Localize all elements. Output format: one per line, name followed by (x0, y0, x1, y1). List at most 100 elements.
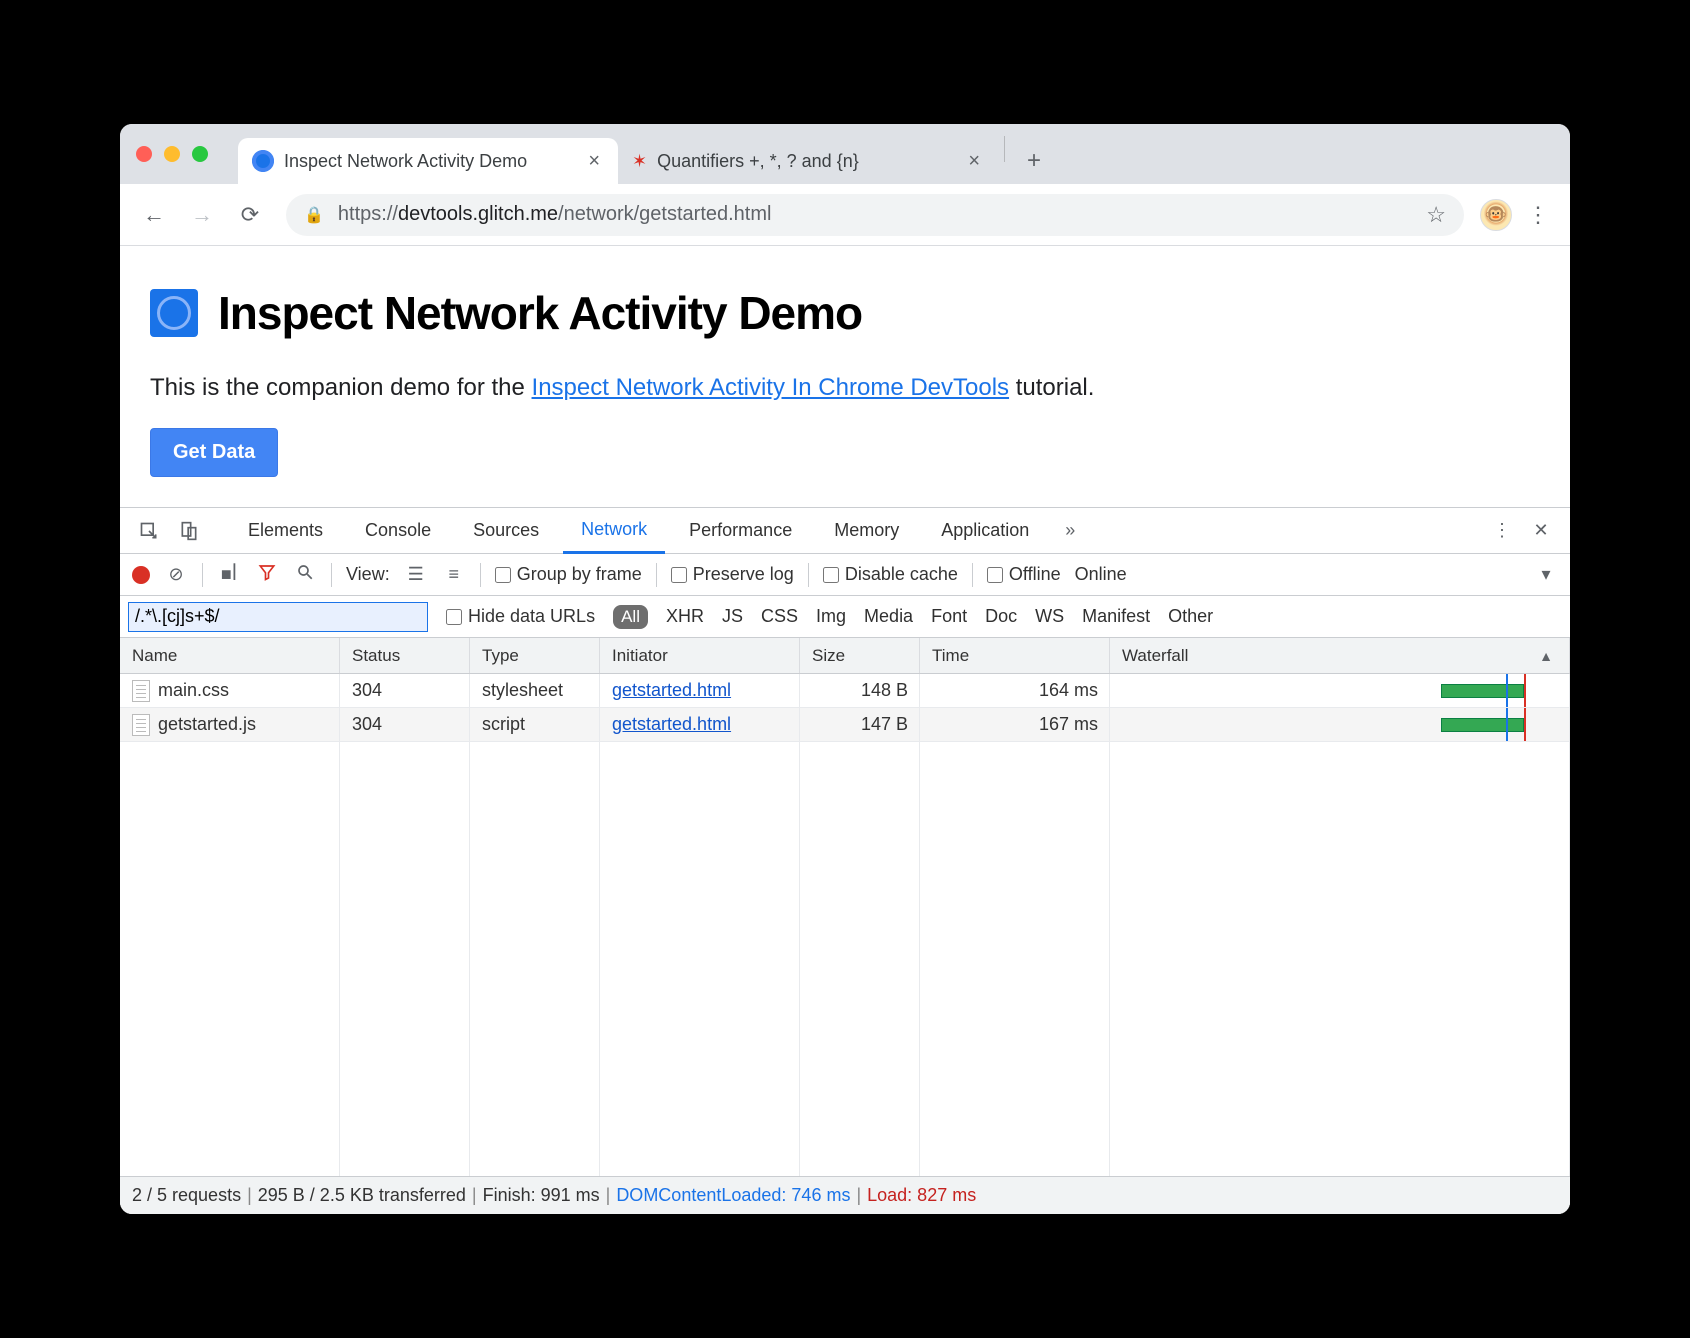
browser-menu-button[interactable]: ⋮ (1520, 202, 1556, 228)
status-finish: Finish: 991 ms (483, 1185, 600, 1206)
online-label[interactable]: Online (1075, 564, 1127, 585)
network-status-bar: 2 / 5 requests | 295 B / 2.5 KB transfer… (120, 1176, 1570, 1214)
bookmark-star-icon[interactable]: ☆ (1426, 202, 1446, 228)
large-rows-icon[interactable]: ☰ (404, 564, 428, 585)
inspect-element-icon[interactable] (132, 514, 166, 548)
throttling-dropdown-icon[interactable]: ▾ (1534, 564, 1558, 585)
url-input[interactable]: 🔒 https://devtools.glitch.me/network/get… (286, 194, 1464, 236)
col-type[interactable]: Type (470, 638, 600, 673)
col-status[interactable]: Status (340, 638, 470, 673)
browser-tab[interactable]: ✶ Quantifiers +, *, ? and {n} × (618, 138, 998, 184)
initiator-link[interactable]: getstarted.html (612, 714, 731, 735)
devtools-tab-memory[interactable]: Memory (816, 508, 917, 554)
network-toolbar: ⊘ ■ꟾ View: ☰ ≡ Group by frame Preserve l… (120, 554, 1570, 596)
devtools-tab-bar: Elements Console Sources Network Perform… (120, 508, 1570, 554)
page-logo-icon (150, 289, 198, 337)
tab-title: Quantifiers +, *, ? and {n} (657, 151, 859, 172)
filter-type-other[interactable]: Other (1168, 606, 1213, 627)
url-text: https://devtools.glitch.me/network/getst… (338, 203, 772, 226)
more-tabs-icon[interactable]: » (1053, 514, 1087, 548)
filter-type-ws[interactable]: WS (1035, 606, 1064, 627)
devtools-tab-network[interactable]: Network (563, 508, 665, 554)
initiator-link[interactable]: getstarted.html (612, 680, 731, 701)
dcl-marker (1506, 674, 1508, 707)
devtools-tab-console[interactable]: Console (347, 508, 449, 554)
group-by-frame-checkbox[interactable]: Group by frame (495, 564, 642, 585)
filter-icon[interactable] (255, 563, 279, 586)
page-favicon-icon: ✶ (632, 151, 647, 172)
search-icon[interactable] (293, 563, 317, 586)
col-name[interactable]: Name (120, 638, 340, 673)
network-filter-bar: Hide data URLs All XHR JS CSS Img Media … (120, 596, 1570, 638)
offline-checkbox[interactable]: Offline (987, 564, 1061, 585)
load-marker (1524, 674, 1526, 707)
dcl-marker (1506, 708, 1508, 741)
hide-data-urls-checkbox[interactable]: Hide data URLs (446, 606, 595, 627)
devtools-settings-icon[interactable]: ⋮ (1484, 514, 1518, 548)
devtools-tab-sources[interactable]: Sources (455, 508, 557, 554)
back-button[interactable]: ← (134, 195, 174, 235)
overview-icon[interactable]: ≡ (442, 564, 466, 585)
file-icon (132, 680, 150, 702)
close-window-button[interactable] (136, 146, 152, 162)
new-tab-button[interactable]: + (1011, 138, 1057, 184)
browser-tab-active[interactable]: Inspect Network Activity Demo × (238, 138, 618, 184)
page-intro: This is the companion demo for the Inspe… (150, 374, 1540, 402)
table-row[interactable]: getstarted.js 304 script getstarted.html… (120, 708, 1570, 742)
status-load: Load: 827 ms (867, 1185, 976, 1206)
filter-type-media[interactable]: Media (864, 606, 913, 627)
col-waterfall[interactable]: Waterfall▲ (1110, 638, 1570, 673)
filter-type-doc[interactable]: Doc (985, 606, 1017, 627)
forward-button[interactable]: → (182, 195, 222, 235)
status-transferred: 295 B / 2.5 KB transferred (258, 1185, 466, 1206)
device-toolbar-icon[interactable] (172, 514, 206, 548)
reload-button[interactable]: ⟳ (230, 195, 270, 235)
devtools-panel: Elements Console Sources Network Perform… (120, 507, 1570, 1214)
load-marker (1524, 708, 1526, 741)
status-dcl: DOMContentLoaded: 746 ms (616, 1185, 850, 1206)
devtools-tab-performance[interactable]: Performance (671, 508, 810, 554)
camera-icon[interactable]: ■ꟾ (217, 564, 241, 585)
filter-type-font[interactable]: Font (931, 606, 967, 627)
address-bar: ← → ⟳ 🔒 https://devtools.glitch.me/netwo… (120, 184, 1570, 246)
filter-regex-input[interactable] (128, 602, 428, 632)
get-data-button[interactable]: Get Data (150, 428, 278, 477)
disable-cache-checkbox[interactable]: Disable cache (823, 564, 958, 585)
tab-title: Inspect Network Activity Demo (284, 151, 527, 172)
minimize-window-button[interactable] (164, 146, 180, 162)
maximize-window-button[interactable] (192, 146, 208, 162)
chrome-devtools-icon (252, 150, 274, 172)
devtools-close-icon[interactable]: ✕ (1524, 514, 1558, 548)
filter-type-xhr[interactable]: XHR (666, 606, 704, 627)
view-label: View: (346, 564, 390, 585)
close-tab-icon[interactable]: × (964, 150, 984, 173)
tab-strip: Inspect Network Activity Demo × ✶ Quanti… (120, 124, 1570, 184)
filter-type-js[interactable]: JS (722, 606, 743, 627)
tab-separator (1004, 136, 1005, 162)
close-tab-icon[interactable]: × (584, 150, 604, 173)
network-table-body: main.css 304 stylesheet getstarted.html … (120, 674, 1570, 1176)
filter-type-all[interactable]: All (613, 605, 648, 629)
devtools-tab-application[interactable]: Application (923, 508, 1047, 554)
clear-icon[interactable]: ⊘ (164, 564, 188, 585)
col-time[interactable]: Time (920, 638, 1110, 673)
sort-ascending-icon: ▲ (1539, 648, 1553, 664)
table-row[interactable]: main.css 304 stylesheet getstarted.html … (120, 674, 1570, 708)
network-table-header: Name Status Type Initiator Size Time Wat… (120, 638, 1570, 674)
tutorial-link[interactable]: Inspect Network Activity In Chrome DevTo… (532, 374, 1010, 401)
filter-type-manifest[interactable]: Manifest (1082, 606, 1150, 627)
col-initiator[interactable]: Initiator (600, 638, 800, 673)
devtools-tab-elements[interactable]: Elements (230, 508, 341, 554)
col-size[interactable]: Size (800, 638, 920, 673)
status-requests: 2 / 5 requests (132, 1185, 241, 1206)
waterfall-cell (1110, 674, 1570, 707)
filter-type-css[interactable]: CSS (761, 606, 798, 627)
record-button[interactable] (132, 566, 150, 584)
window-controls (136, 124, 238, 184)
preserve-log-checkbox[interactable]: Preserve log (671, 564, 794, 585)
filter-type-img[interactable]: Img (816, 606, 846, 627)
browser-window: Inspect Network Activity Demo × ✶ Quanti… (120, 124, 1570, 1214)
profile-avatar[interactable]: 🐵 (1480, 199, 1512, 231)
waterfall-cell (1110, 708, 1570, 741)
lock-icon: 🔒 (304, 205, 324, 225)
